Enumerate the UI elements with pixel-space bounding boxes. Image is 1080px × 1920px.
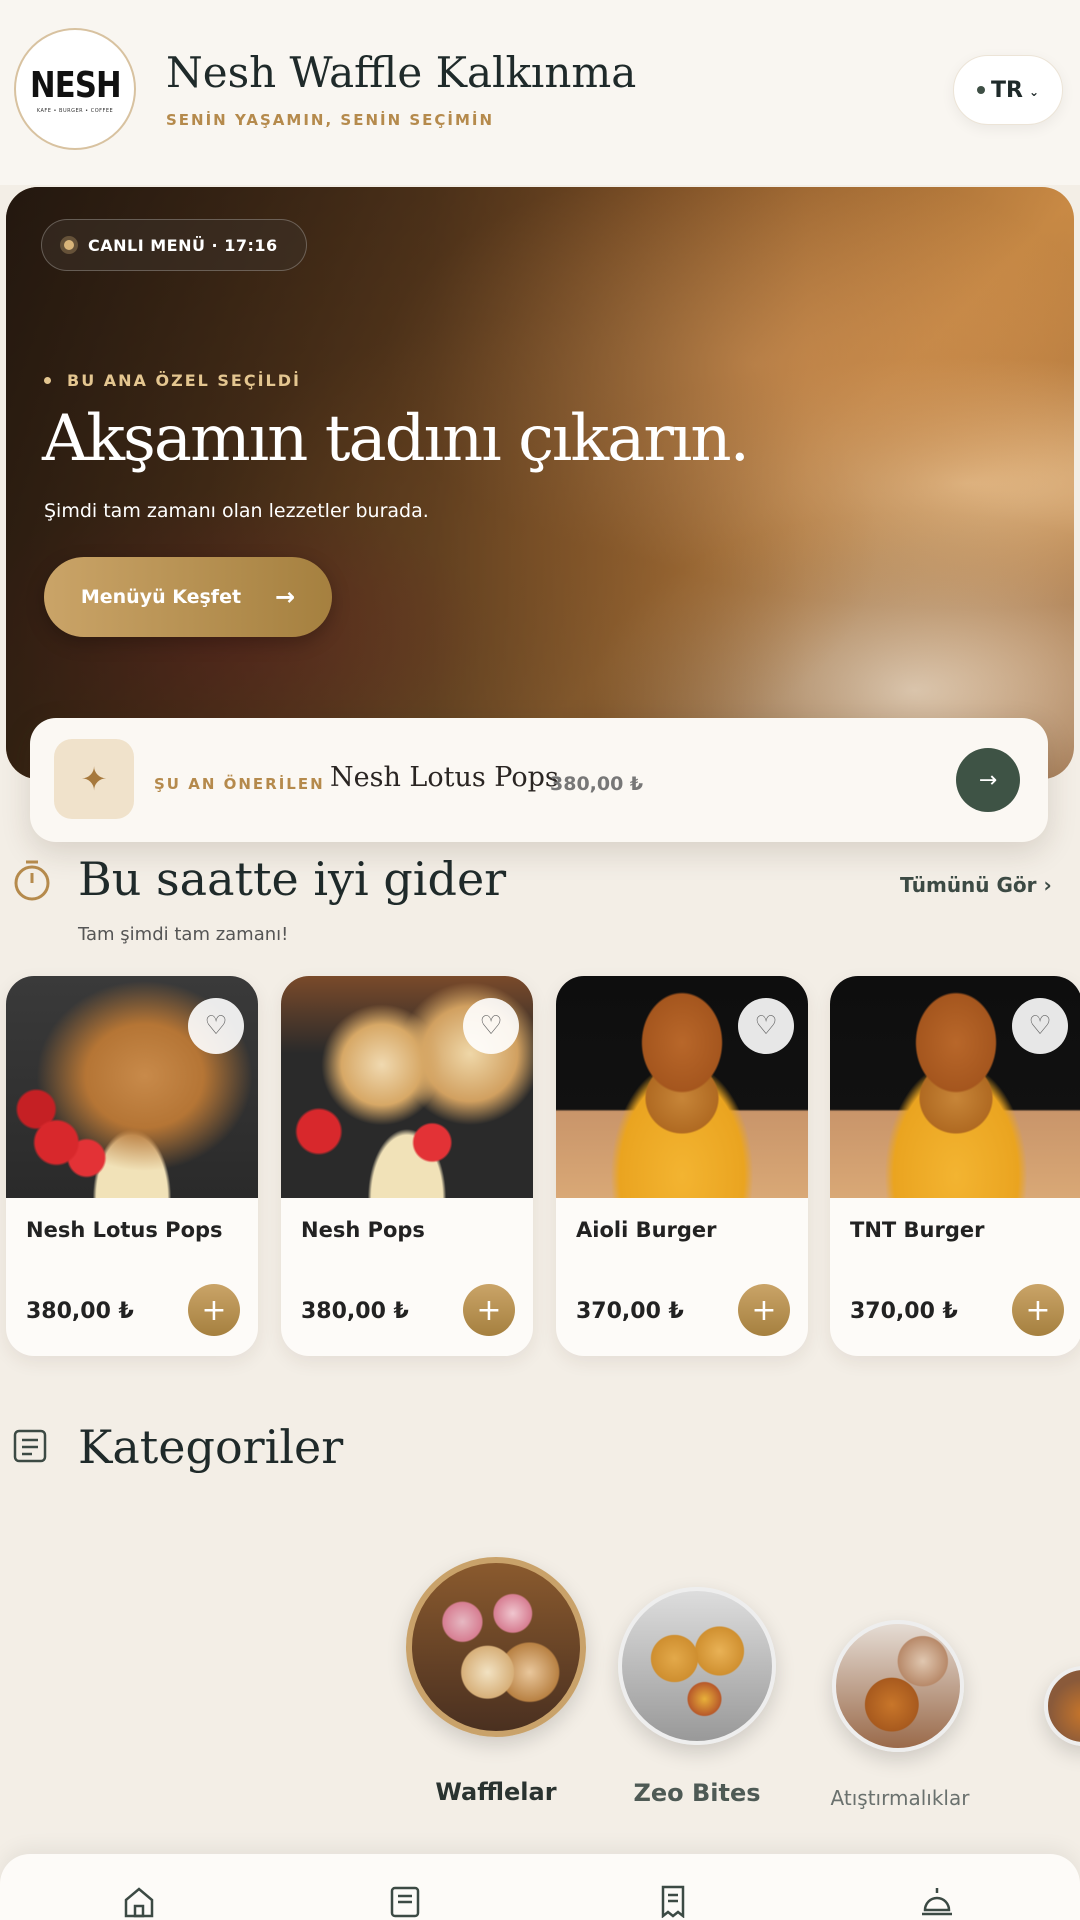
home-icon[interactable]	[122, 1884, 156, 1918]
section-title-categories: Kategoriler	[78, 1420, 344, 1474]
menu-book-icon[interactable]	[388, 1884, 422, 1918]
chevron-down-icon: ⌄	[1028, 85, 1039, 99]
category-label[interactable]: Zeo Bites	[618, 1779, 776, 1807]
section-subtitle-good-now: Tam şimdi tam zamanı!	[78, 924, 289, 945]
sparkle-icon: ✦	[54, 739, 134, 819]
recommended-product-price: 380,00 ₺	[550, 773, 644, 795]
category-wafflelar[interactable]	[406, 1557, 586, 1737]
product-price: 370,00 ₺	[576, 1299, 684, 1324]
product-card[interactable]: ♡ TNT Burger 370,00 ₺ +	[830, 976, 1080, 1356]
recommended-product-name: Nesh Lotus Pops	[330, 762, 559, 793]
hero-description: Şimdi tam zamanı olan lezzetler burada.	[44, 500, 429, 522]
live-dot-icon	[64, 240, 74, 250]
add-to-cart-button[interactable]: +	[1012, 1284, 1064, 1336]
product-price: 380,00 ₺	[26, 1299, 134, 1324]
order-list-icon[interactable]	[656, 1884, 690, 1918]
product-name: TNT Burger	[850, 1218, 985, 1242]
category-label[interactable]: Wafflelar	[406, 1778, 586, 1806]
category-atistirmaliklar[interactable]	[832, 1620, 964, 1752]
brand-title: Nesh Waffle Kalkınma	[166, 48, 637, 97]
add-to-cart-button[interactable]: +	[463, 1284, 515, 1336]
timer-icon	[14, 860, 50, 901]
product-price: 370,00 ₺	[850, 1299, 958, 1324]
recommended-arrow-button[interactable]: →	[956, 748, 1020, 812]
language-selector[interactable]: TR ⌄	[953, 55, 1063, 125]
product-price: 380,00 ₺	[301, 1299, 409, 1324]
hero-kicker: BU ANA ÖZEL SEÇİLDİ	[44, 371, 301, 390]
hero-title: Akşamın tadını çıkarın.	[42, 402, 750, 476]
heart-icon[interactable]: ♡	[188, 998, 244, 1054]
language-dot-icon	[976, 86, 985, 94]
live-menu-label: CANLI MENÜ · 17:16	[88, 235, 278, 255]
logo-subtext: KAFE • BURGER • COFFEE	[36, 107, 114, 114]
product-card[interactable]: ♡ Nesh Pops 380,00 ₺ +	[281, 976, 533, 1356]
brand-subtitle: SENİN YAŞAMIN, SENİN SEÇİMİN	[166, 111, 495, 129]
language-label: TR	[990, 77, 1023, 103]
explore-menu-button[interactable]: Menüyü Keşfet →	[44, 557, 332, 637]
recommended-label: ŞU AN ÖNERİLEN	[154, 775, 325, 793]
add-to-cart-button[interactable]: +	[188, 1284, 240, 1336]
category-label[interactable]: Atıştırmalıklar	[812, 1786, 988, 1810]
category-next[interactable]	[1044, 1666, 1080, 1746]
heart-icon[interactable]: ♡	[1012, 998, 1068, 1054]
recommended-bar[interactable]: ✦ ŞU AN ÖNERİLEN Nesh Lotus Pops 380,00 …	[30, 718, 1048, 842]
product-card[interactable]: ♡ Aioli Burger 370,00 ₺ +	[556, 976, 808, 1356]
section-title-good-now: Bu saatte iyi gider	[78, 852, 507, 906]
product-name: Aioli Burger	[576, 1218, 717, 1242]
bottom-navigation	[0, 1854, 1080, 1920]
add-to-cart-button[interactable]: +	[738, 1284, 790, 1336]
live-menu-chip: CANLI MENÜ · 17:16	[41, 219, 307, 271]
heart-icon[interactable]: ♡	[738, 998, 794, 1054]
service-bell-icon[interactable]	[920, 1884, 954, 1918]
product-name: Nesh Lotus Pops	[26, 1218, 223, 1242]
header: NESH KAFE • BURGER • COFFEE Nesh Waffle …	[0, 0, 1080, 185]
see-all-link[interactable]: Tümünü Gör ›	[900, 873, 1052, 897]
heart-icon[interactable]: ♡	[463, 998, 519, 1054]
hero-banner: CANLI MENÜ · 17:16 BU ANA ÖZEL SEÇİLDİ A…	[6, 187, 1074, 779]
product-name: Nesh Pops	[301, 1218, 425, 1242]
explore-menu-label: Menüyü Keşfet	[80, 586, 242, 608]
product-card[interactable]: ♡ Nesh Lotus Pops 380,00 ₺ +	[6, 976, 258, 1356]
kicker-dot-icon	[44, 377, 51, 384]
logo-text: NESH	[29, 64, 122, 106]
hero-kicker-text: BU ANA ÖZEL SEÇİLDİ	[67, 371, 301, 390]
menu-book-icon	[13, 1429, 47, 1463]
category-zeo-bites[interactable]	[618, 1587, 776, 1745]
brand-logo[interactable]: NESH KAFE • BURGER • COFFEE	[14, 28, 136, 150]
arrow-right-icon: →	[275, 583, 296, 611]
